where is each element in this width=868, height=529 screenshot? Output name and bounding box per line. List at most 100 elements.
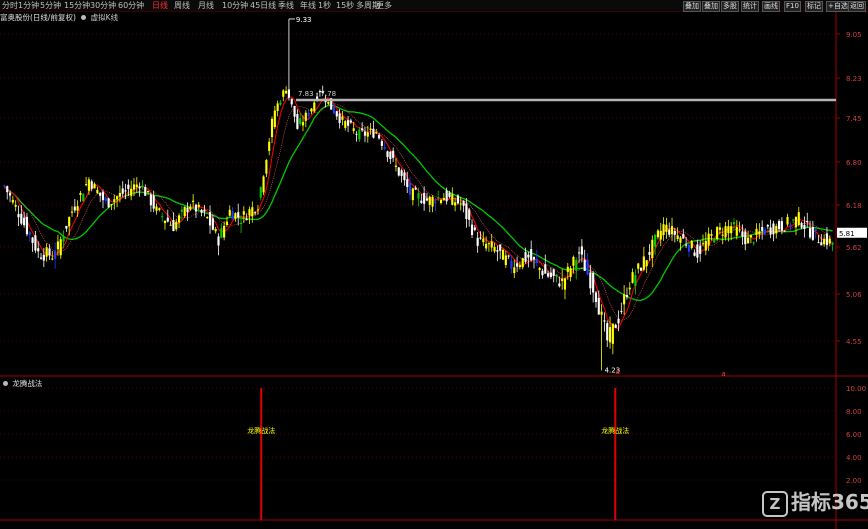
- candle-body: [580, 246, 583, 255]
- candle-body: [347, 120, 350, 126]
- candle-body: [304, 112, 307, 121]
- candle-body: [192, 200, 195, 202]
- candle-body: [532, 256, 536, 260]
- candle-body: [462, 200, 465, 206]
- candle-body: [310, 108, 313, 112]
- candle-body: [721, 234, 724, 236]
- candle-body: [290, 98, 293, 105]
- candle-body: [355, 133, 358, 135]
- candle-body: [699, 245, 702, 254]
- candle-body: [293, 105, 296, 117]
- candle-body: [431, 196, 434, 207]
- candle-body: [544, 264, 547, 274]
- candle-body: [710, 233, 713, 236]
- kline-chart[interactable]: 9.05 8.23 7.45 6.80 6.18 5.62 5.06 4.55 7.83 - 7…: [0, 0, 868, 529]
- candle-body: [14, 204, 17, 207]
- y-tick-label: 4.55: [846, 338, 862, 346]
- candle-body: [93, 183, 96, 189]
- candle-body: [654, 234, 657, 247]
- candle-body: [682, 234, 685, 239]
- candle-body: [761, 226, 764, 231]
- candle-body: [256, 209, 260, 211]
- candle-body: [262, 176, 265, 193]
- candle-body: [687, 244, 690, 252]
- candle-body: [386, 151, 389, 158]
- sub-tick-label: 4.00: [846, 454, 862, 462]
- candle-body: [552, 269, 555, 276]
- candle-body: [369, 128, 372, 130]
- candle-body: [780, 221, 783, 231]
- candle-body: [668, 229, 671, 235]
- candle-body: [59, 239, 62, 256]
- candle-body: [811, 226, 814, 240]
- candle-body: [127, 184, 130, 190]
- candle-body: [163, 220, 167, 224]
- candle-body: [468, 209, 471, 220]
- candle-body: [6, 186, 9, 193]
- candle-body: [155, 206, 158, 211]
- candle-body: [414, 187, 417, 190]
- candle-body: [85, 184, 88, 186]
- candle-body: [68, 217, 71, 227]
- candle-body: [408, 182, 412, 195]
- candle-body: [206, 217, 209, 219]
- candle-body: [90, 181, 93, 189]
- candle-body: [299, 118, 302, 125]
- candle-body: [651, 239, 654, 259]
- candle-body: [755, 228, 758, 235]
- candle-body: [561, 278, 564, 281]
- candle-body: [732, 222, 736, 225]
- candle-body: [803, 224, 806, 229]
- candle-body: [82, 193, 85, 202]
- candle-body: [437, 197, 440, 199]
- candle-body: [8, 192, 12, 196]
- candle-body: [313, 102, 316, 112]
- candle-body: [101, 192, 105, 201]
- candle-body: [28, 232, 31, 235]
- candle-body: [397, 167, 400, 176]
- candle-body: [220, 228, 223, 238]
- candle-body: [194, 204, 198, 212]
- candle-body: [696, 244, 699, 258]
- candle-body: [707, 233, 710, 246]
- candle-body: [144, 187, 147, 196]
- candle-body: [476, 237, 479, 246]
- candle-body: [375, 131, 378, 133]
- candle-body: [823, 238, 826, 245]
- candle-body: [575, 260, 578, 271]
- candle-body: [628, 287, 631, 290]
- candle-body: [611, 323, 614, 344]
- candle-body: [158, 208, 161, 210]
- candle-body: [634, 275, 637, 287]
- ma-line-dotted: [4, 103, 833, 321]
- candle-body: [361, 128, 364, 131]
- candle-body: [208, 212, 212, 226]
- candle-body: [783, 230, 786, 232]
- candle-body: [37, 248, 40, 252]
- candle-body: [107, 198, 110, 208]
- candle-body: [566, 266, 569, 272]
- candle-body: [406, 179, 409, 188]
- candle-body: [42, 254, 45, 261]
- candle-body: [237, 212, 240, 218]
- candle-body: [124, 190, 127, 192]
- candle-body: [676, 235, 679, 239]
- candle-body: [287, 89, 290, 98]
- candle-body: [789, 224, 792, 226]
- candle-body: [454, 202, 457, 206]
- candle-body: [713, 239, 716, 243]
- candle-body: [448, 192, 451, 198]
- candle-body: [577, 252, 581, 254]
- candle-body: [831, 242, 834, 245]
- signal-label: 龙腾战法: [247, 426, 275, 435]
- candle-body: [704, 240, 707, 251]
- candle-body: [254, 212, 257, 214]
- candle-body: [248, 209, 251, 216]
- candle-body: [625, 295, 629, 298]
- candle-body: [600, 311, 603, 315]
- sub-tick-label: 10.00: [846, 385, 866, 393]
- candle-body: [524, 252, 527, 262]
- candle-body: [411, 188, 414, 201]
- sub-tick-label: 6.00: [846, 431, 862, 439]
- candle-body: [344, 121, 347, 128]
